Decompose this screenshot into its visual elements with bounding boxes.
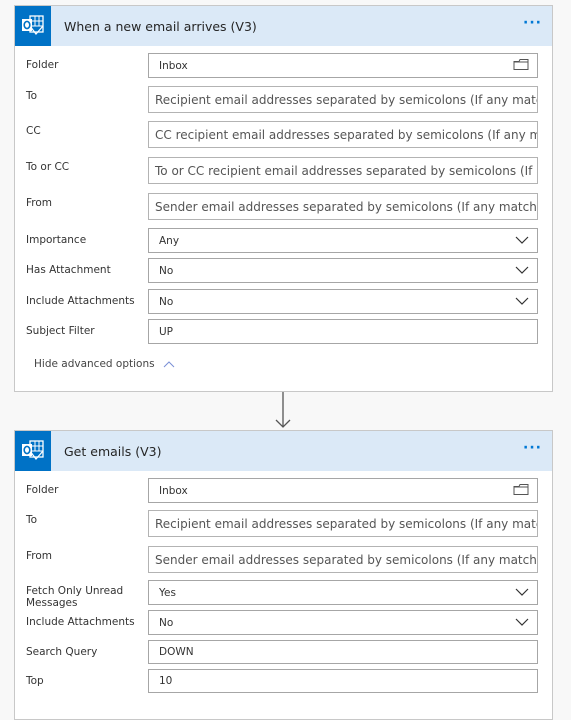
- card-title: When a new email arrives (V3): [64, 18, 257, 34]
- folder-icon[interactable]: [513, 483, 529, 498]
- to-placeholder: Recipient email addresses separated by s…: [155, 516, 538, 531]
- field-label: To: [26, 90, 38, 102]
- folder-value: Inbox: [159, 59, 188, 72]
- hide-advanced-options-button[interactable]: Hide advanced options: [34, 358, 175, 370]
- include-attachments-value: No: [159, 295, 174, 308]
- include-attachments-value: No: [159, 616, 174, 629]
- field-label: From: [26, 550, 53, 562]
- include-attachments-dropdown[interactable]: No: [148, 289, 538, 314]
- more-options-icon[interactable]: ···: [523, 441, 542, 455]
- to-or-cc-input[interactable]: To or CC recipient email addresses separ…: [148, 157, 538, 184]
- field-label: Subject Filter: [26, 325, 95, 337]
- trigger-card-header[interactable]: When a new email arrives (V3) ···: [15, 6, 552, 46]
- field-label: To or CC: [26, 161, 70, 173]
- field-label: From: [26, 197, 53, 209]
- more-options-icon[interactable]: ···: [523, 16, 542, 30]
- has-attachment-dropdown[interactable]: No: [148, 258, 538, 283]
- search-query-value: DOWN: [159, 646, 194, 658]
- to-input[interactable]: Recipient email addresses separated by s…: [148, 86, 538, 113]
- chevron-down-icon: [515, 235, 529, 247]
- field-label: Search Query: [26, 646, 98, 658]
- folder-value: Inbox: [159, 484, 188, 497]
- include-attachments-dropdown[interactable]: No: [148, 610, 538, 635]
- from-input[interactable]: Sender email addresses separated by semi…: [148, 546, 538, 573]
- chevron-up-icon: [163, 360, 174, 367]
- top-value: 10: [159, 675, 173, 687]
- action-card-get-emails: Get emails (V3) ··· Folder Inbox To Reci…: [14, 430, 553, 720]
- field-label: Importance: [26, 234, 87, 246]
- field-label: Include Attachments: [26, 616, 135, 628]
- trigger-card-new-email: When a new email arrives (V3) ··· Folder…: [14, 5, 553, 392]
- chevron-down-icon: [515, 296, 529, 308]
- top-input[interactable]: 10: [148, 669, 538, 693]
- to-placeholder: Recipient email addresses separated by s…: [155, 92, 538, 107]
- action-card-header[interactable]: Get emails (V3) ···: [15, 431, 552, 471]
- field-label: Top: [26, 675, 44, 687]
- to-input[interactable]: Recipient email addresses separated by s…: [148, 510, 538, 537]
- chevron-down-icon: [515, 587, 529, 599]
- advanced-options-label: Hide advanced options: [34, 358, 155, 370]
- field-label: Fetch Only Unread Messages: [26, 585, 124, 609]
- field-label: Has Attachment: [26, 264, 111, 276]
- field-label: To: [26, 514, 38, 526]
- folder-picker[interactable]: Inbox: [148, 478, 538, 503]
- search-query-input[interactable]: DOWN: [148, 640, 538, 664]
- subject-filter-input[interactable]: UP: [148, 319, 538, 344]
- folder-picker[interactable]: Inbox: [148, 53, 538, 78]
- importance-value: Any: [159, 234, 180, 247]
- fetch-unread-dropdown[interactable]: Yes: [148, 580, 538, 605]
- folder-icon[interactable]: [513, 58, 529, 73]
- chevron-down-icon: [515, 617, 529, 629]
- field-label: CC: [26, 125, 41, 137]
- connector-arrow-icon: [275, 392, 291, 428]
- cc-input[interactable]: CC recipient email addresses separated b…: [148, 121, 538, 148]
- field-label: Include Attachments: [26, 295, 135, 307]
- from-input[interactable]: Sender email addresses separated by semi…: [148, 193, 538, 220]
- card-title: Get emails (V3): [64, 443, 162, 459]
- fetch-unread-value: Yes: [159, 586, 176, 599]
- subject-filter-value: UP: [159, 325, 174, 338]
- to-or-cc-placeholder: To or CC recipient email addresses separ…: [155, 163, 538, 178]
- outlook-icon: [15, 431, 51, 471]
- from-placeholder: Sender email addresses separated by semi…: [155, 199, 538, 214]
- has-attachment-value: No: [159, 264, 174, 277]
- field-label: Folder: [26, 484, 59, 496]
- chevron-down-icon: [515, 265, 529, 277]
- outlook-icon: [15, 6, 51, 46]
- importance-dropdown[interactable]: Any: [148, 228, 538, 253]
- field-label: Folder: [26, 59, 59, 71]
- from-placeholder: Sender email addresses separated by semi…: [155, 552, 538, 567]
- cc-placeholder: CC recipient email addresses separated b…: [155, 127, 538, 142]
